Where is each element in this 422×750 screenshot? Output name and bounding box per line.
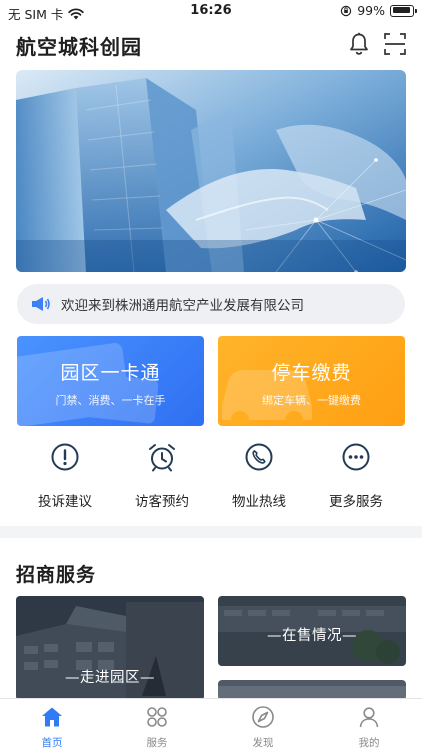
parking-card-title: 停车缴费 [271,362,352,384]
tab-label: 服务 [146,737,168,749]
tab-discover[interactable]: 发现 [223,705,303,750]
quick-action-label: 访客预约 [135,494,189,510]
tile-visit-park[interactable]: —走进园区— [16,596,204,700]
header: 航空城科创园 [0,24,422,68]
more-dots-icon [342,443,370,471]
banner-image[interactable] [16,70,406,272]
parking-card-subtitle: 绑定车辆、一键缴费 [262,394,361,407]
tile-next-preview[interactable] [218,680,406,700]
quick-action-visitor[interactable]: 访客预约 [112,442,212,510]
tab-label: 发现 [252,737,274,749]
quick-action-complaint[interactable]: 投诉建议 [15,442,115,510]
home-icon [42,707,62,727]
grid-icon [147,707,167,727]
tab-home[interactable]: 首页 [12,705,92,750]
park-card-subtitle: 门禁、消费、一卡在手 [55,394,166,407]
bottom-tab-bar: 首页 服务 发现 我的 [0,698,422,750]
quick-action-more[interactable]: 更多服务 [306,442,406,510]
alarm-clock-icon [149,444,175,472]
quick-action-label: 物业热线 [232,494,286,510]
quick-action-label: 投诉建议 [38,494,92,510]
park-card-title: 园区一卡通 [60,362,161,384]
battery-fill [392,7,411,13]
battery-percent: 99% [357,3,385,18]
parking-payment-button[interactable]: 停车缴费 绑定车辆、一键缴费 [218,336,405,426]
user-icon [359,707,379,728]
tile-label: —在售情况— [267,628,357,644]
section-title: 招商服务 [16,564,97,586]
tab-label: 我的 [358,737,380,749]
business-handshake-image [16,70,406,272]
exclamation-circle-icon [51,443,79,471]
tile-label: —走进园区— [65,670,155,686]
tile-sales-status[interactable]: —在售情况— [218,596,406,666]
quick-action-label: 更多服务 [329,494,383,510]
tile-preview-image [218,680,406,700]
page-title: 航空城科创园 [16,35,142,59]
scan-icon[interactable] [382,31,408,57]
tab-profile[interactable]: 我的 [329,705,409,750]
orientation-lock-icon [341,5,352,16]
tab-label: 首页 [41,737,63,749]
megaphone-icon [32,297,50,311]
phone-icon [245,443,273,471]
quick-action-hotline[interactable]: 物业热线 [209,442,309,510]
status-bar: 无 SIM 卡 16:26 99% [0,0,422,24]
status-right: 99% [340,3,417,18]
park-card-button[interactable]: 园区一卡通 门禁、消费、一卡在手 [17,336,204,426]
section-divider [0,526,422,538]
bell-icon[interactable] [346,31,372,57]
battery-icon [390,4,417,17]
compass-icon [252,706,274,728]
notice-text: 欢迎来到株洲通用航空产业发展有限公司 [61,298,304,314]
tab-services[interactable]: 服务 [117,705,197,750]
notice-bar[interactable]: 欢迎来到株洲通用航空产业发展有限公司 [17,284,405,324]
